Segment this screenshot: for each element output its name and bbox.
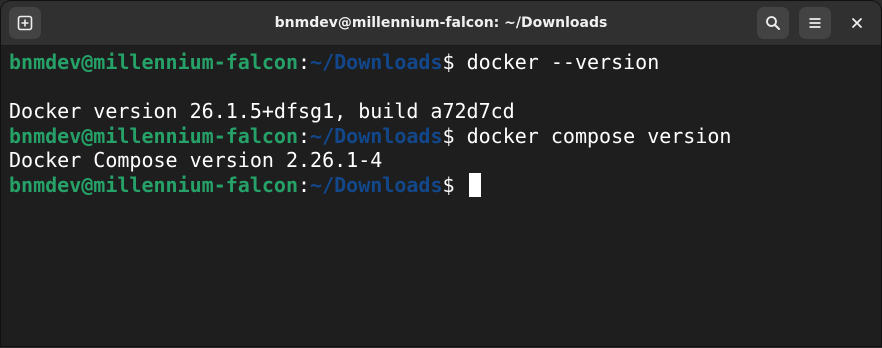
command-text — [455, 173, 467, 197]
search-icon — [766, 16, 780, 30]
window-title: bnmdev@millennium-falcon: ~/Downloads — [274, 15, 608, 31]
command-text: docker compose version — [454, 123, 732, 148]
close-icon — [852, 18, 862, 28]
command-text: docker --version — [454, 50, 660, 74]
close-button[interactable] — [841, 7, 873, 39]
prompt-path: ~/Downloads — [310, 123, 443, 148]
terminal-line: bnmdev@millennium-falcon:~/Downloads$ do… — [9, 50, 873, 75]
terminal-line: Docker Compose version 2.26.1-4 — [9, 148, 873, 173]
prompt-dollar: $ — [442, 50, 455, 74]
hamburger-menu-icon — [809, 18, 821, 28]
plus-square-icon — [17, 15, 33, 31]
text-cursor — [468, 172, 481, 197]
prompt-dollar: $ — [442, 123, 455, 148]
prompt-user: bnmdev@millennium-falcon — [9, 123, 298, 148]
prompt-path: ~/Downloads — [310, 172, 443, 197]
prompt-path: ~/Downloads — [310, 50, 443, 74]
prompt-colon: : — [297, 172, 311, 197]
terminal-line: bnmdev@millennium-falcon:~/Downloads$ do… — [9, 124, 873, 149]
new-tab-button[interactable] — [9, 7, 41, 39]
menu-button[interactable] — [799, 7, 831, 39]
search-button[interactable] — [757, 7, 789, 39]
prompt-colon: : — [297, 50, 311, 74]
prompt-colon: : — [297, 123, 311, 148]
output-text: Docker Compose version 2.26.1-4 — [9, 148, 383, 173]
output-text: Docker version 26.1.5+dfsg1, build a72d7… — [9, 99, 515, 124]
terminal-line: bnmdev@millennium-falcon:~/Downloads$ — [9, 172, 873, 198]
prompt-user: bnmdev@millennium-falcon — [9, 50, 298, 74]
terminal-line: Docker version 26.1.5+dfsg1, build a72d7… — [9, 99, 873, 124]
titlebar: bnmdev@millennium-falcon: ~/Downloads — [1, 1, 881, 46]
terminal-output[interactable]: bnmdev@millennium-falcon:~/Downloads$ do… — [1, 46, 881, 345]
terminal-window: bnmdev@millennium-falcon: ~/Downloads bn… — [1, 1, 881, 346]
prompt-dollar: $ — [442, 172, 455, 197]
prompt-user: bnmdev@millennium-falcon — [9, 172, 298, 197]
